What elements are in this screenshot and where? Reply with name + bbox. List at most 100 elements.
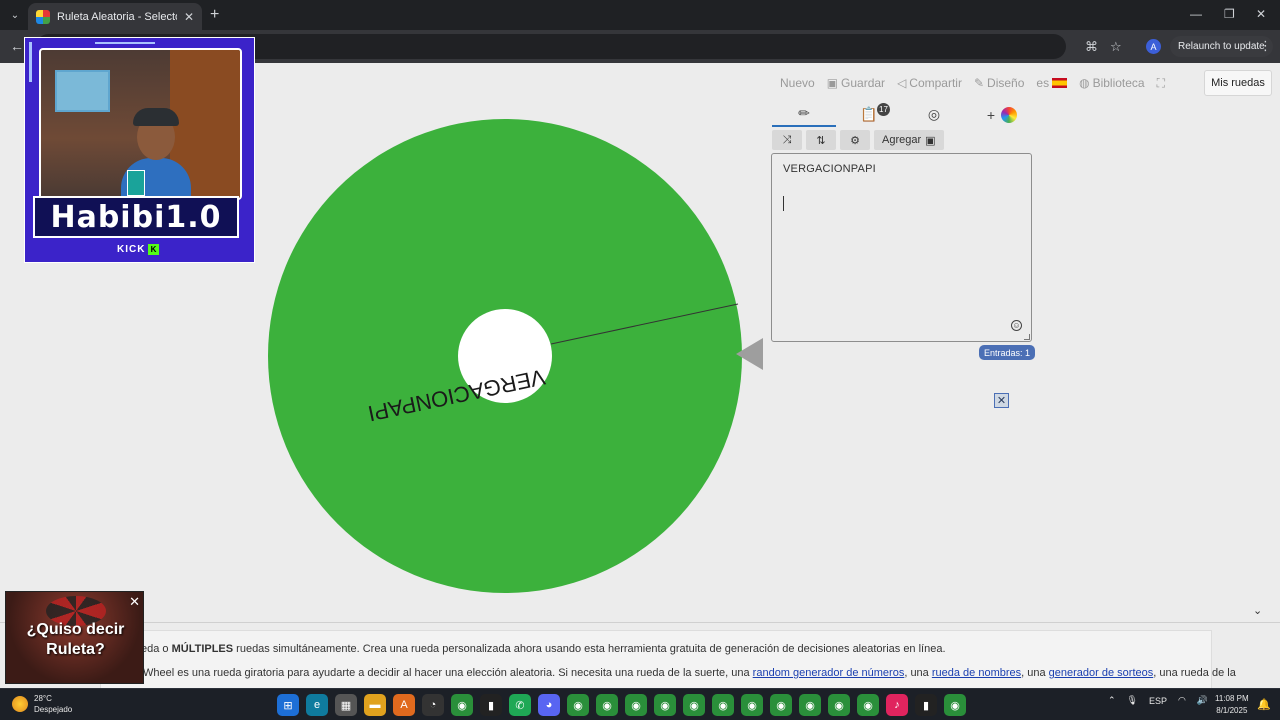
- pencil-icon: ✏: [798, 105, 810, 121]
- popup-close-icon[interactable]: ✕: [129, 594, 140, 610]
- tab-hidden[interactable]: ◎: [922, 102, 946, 127]
- nuevo-link[interactable]: Nuevo: [780, 76, 815, 90]
- eye-slash-icon: ◎: [927, 106, 941, 122]
- sort-icon: ⇅: [816, 134, 826, 147]
- fullscreen-icon[interactable]: ⛶: [1157, 76, 1165, 91]
- text-caret: [783, 196, 784, 211]
- language-indicator[interactable]: ESP: [1149, 696, 1167, 706]
- tab-close-icon[interactable]: ✕: [184, 10, 194, 24]
- kick-k-icon: K: [148, 244, 160, 255]
- resize-handle[interactable]: [1024, 334, 1030, 340]
- mis-ruedas-button[interactable]: Mis ruedas: [1204, 70, 1272, 96]
- maximize-icon[interactable]: ❐: [1224, 7, 1235, 21]
- tab-title: Ruleta Aleatoria - Selector Person: [57, 10, 177, 23]
- chrome-icon[interactable]: ◉: [567, 694, 589, 716]
- chrome-icon[interactable]: ◉: [712, 694, 734, 716]
- description-card: eda o MÚLTIPLES ruedas simultáneamente. …: [100, 630, 1236, 688]
- entry-line: VERGACIONPAPI: [783, 163, 876, 175]
- sort-button[interactable]: ⇅: [806, 130, 836, 150]
- browser-menu-icon[interactable]: ⋮: [1259, 38, 1272, 54]
- emoji-icon[interactable]: ☺: [1011, 320, 1022, 331]
- description-line-2: Wheel es una rueda giratoria para ayudar…: [143, 667, 1236, 679]
- tab-favicon-icon: [36, 9, 50, 24]
- tiktok-icon[interactable]: ♪: [886, 694, 908, 716]
- app-icon[interactable]: ▦: [335, 694, 357, 716]
- relaunch-button[interactable]: Relaunch to update: [1170, 36, 1273, 57]
- microphone-icon[interactable]: 🎙: [1127, 695, 1138, 706]
- speaker-icon[interactable]: 🔊: [1197, 695, 1208, 706]
- raffle-generator-link[interactable]: generador de sorteos: [1049, 667, 1154, 679]
- agregar-image-button[interactable]: Agregar ▣: [874, 130, 944, 150]
- entries-textarea[interactable]: VERGACIONPAPI ☺: [771, 153, 1032, 342]
- biblioteca-link[interactable]: ◍ Biblioteca: [1079, 76, 1145, 90]
- overlay-decoration: [29, 42, 32, 82]
- editor-button-row: ⤨ ⇅ ⚙ Agregar ▣: [772, 130, 944, 150]
- chrome-icon[interactable]: ◉: [683, 694, 705, 716]
- chrome-icon[interactable]: ◉: [770, 694, 792, 716]
- chrome-icon[interactable]: ◉: [944, 694, 966, 716]
- wheel-pointer-icon: [736, 338, 763, 370]
- new-tab-icon[interactable]: +: [210, 6, 219, 24]
- language-selector[interactable]: es: [1036, 76, 1068, 90]
- roulette-ad-popup[interactable]: ¿Quiso decir Ruleta? ✕: [5, 591, 144, 684]
- translate-icon[interactable]: ⌘: [1085, 39, 1098, 55]
- app-icon[interactable]: A: [393, 694, 415, 716]
- tab-add-color[interactable]: +: [982, 102, 1022, 127]
- chevron-up-icon[interactable]: ⌃: [1108, 695, 1116, 706]
- whatsapp-icon[interactable]: ✆: [509, 694, 531, 716]
- tab-search-icon[interactable]: ⌄: [6, 6, 24, 24]
- edge-icon[interactable]: e: [306, 694, 328, 716]
- taskbar-apps: ⊞ e ▦ ▬ A ◔ ◉ ▮ ✆ ◕ ◉ ◉ ◉ ◉ ◉ ◉ ◉ ◉ ◉ ◉ …: [277, 694, 966, 716]
- folder-icon[interactable]: ▬: [364, 694, 386, 716]
- app-icon[interactable]: ▮: [915, 694, 937, 716]
- bookmark-star-icon[interactable]: ☆: [1110, 39, 1122, 55]
- entries-count-badge: Entradas: 1: [979, 345, 1036, 360]
- minimize-icon[interactable]: —: [1190, 7, 1202, 21]
- chrome-icon[interactable]: ◉: [654, 694, 676, 716]
- streamer-webcam-overlay: Habibi1.0 KICK K: [24, 37, 255, 263]
- notification-bell-icon[interactable]: 🔔: [1257, 698, 1271, 711]
- globe-icon: ◍: [1079, 76, 1090, 90]
- start-icon[interactable]: ⊞: [277, 694, 299, 716]
- chevron-down-icon[interactable]: ⌄: [1253, 604, 1262, 617]
- color-wheel-icon: [1001, 106, 1018, 123]
- ad-close-icon[interactable]: ✕: [994, 393, 1009, 408]
- clock[interactable]: 11:08 PM 8/1/2025: [1215, 693, 1249, 717]
- guardar-link[interactable]: ▣ Guardar: [827, 76, 885, 90]
- back-arrow-icon[interactable]: ←: [10, 38, 24, 54]
- app-icon[interactable]: ▮: [480, 694, 502, 716]
- spinning-wheel[interactable]: VERGACIONPAPI: [255, 106, 755, 606]
- cup-image: [127, 170, 145, 196]
- chrome-icon[interactable]: ◉: [451, 694, 473, 716]
- overlay-decoration: [95, 42, 155, 44]
- browser-tab-bar: ⌄ Ruleta Aleatoria - Selector Person ✕ +…: [0, 0, 1280, 30]
- results-count-badge: 17: [877, 103, 890, 116]
- save-icon: ▣: [826, 76, 839, 90]
- browser-tab[interactable]: Ruleta Aleatoria - Selector Person ✕: [28, 3, 202, 30]
- chrome-icon[interactable]: ◉: [828, 694, 850, 716]
- gear-icon: ⚙: [850, 134, 860, 147]
- name-wheel-link[interactable]: rueda de nombres: [932, 667, 1021, 679]
- compartir-link[interactable]: ◁ Compartir: [897, 76, 962, 90]
- window-close-icon[interactable]: ✕: [1256, 7, 1266, 21]
- system-tray: ⌃ 🎙 ESP ◠ 🔊: [1108, 695, 1208, 706]
- discord-icon[interactable]: ◕: [538, 694, 560, 716]
- description-line-1: eda o MÚLTIPLES ruedas simultáneamente. …: [141, 643, 946, 655]
- profile-avatar[interactable]: A: [1146, 39, 1161, 54]
- kick-logo: KICK K: [117, 244, 160, 255]
- chrome-icon[interactable]: ◉: [596, 694, 618, 716]
- clipboard-icon: 📋: [860, 106, 878, 122]
- chrome-icon[interactable]: ◉: [799, 694, 821, 716]
- app-icon[interactable]: ◔: [422, 694, 444, 716]
- chrome-icon[interactable]: ◉: [857, 694, 879, 716]
- diseno-link[interactable]: ✎ Diseño: [974, 76, 1024, 90]
- weather-widget[interactable]: 28°C Despejado: [12, 693, 72, 715]
- chrome-icon[interactable]: ◉: [625, 694, 647, 716]
- random-number-link[interactable]: random generador de números: [753, 667, 905, 679]
- webcam-background: [55, 70, 110, 112]
- chrome-icon[interactable]: ◉: [741, 694, 763, 716]
- wifi-icon[interactable]: ◠: [1178, 695, 1186, 706]
- tab-edit-entries[interactable]: ✏: [772, 102, 836, 127]
- shuffle-button[interactable]: ⤨: [772, 130, 802, 150]
- advanced-button[interactable]: ⚙: [840, 130, 870, 150]
